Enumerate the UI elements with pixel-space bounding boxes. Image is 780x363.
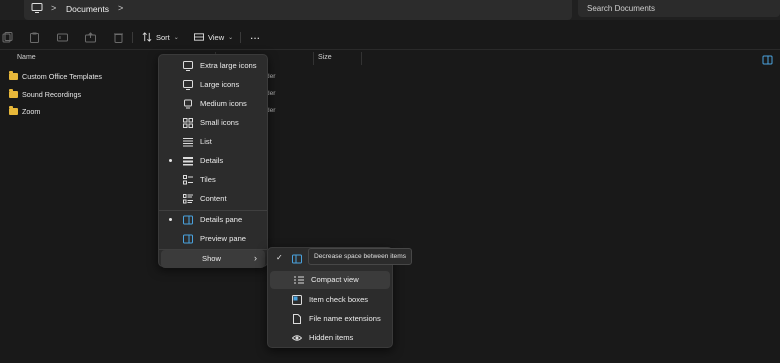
grid-icon [183,118,193,128]
command-bar: Sort ⌄ View ⌄ ... [0,24,780,65]
column-headers: Name Size [0,50,780,66]
breadcrumb-separator-trailing[interactable]: > [118,3,123,13]
chevron-right-icon: › [254,253,257,263]
chevron-down-icon: ⌄ [228,34,234,41]
menu-item-large-icons[interactable]: Large icons [159,76,267,94]
toolbar-divider [132,32,133,43]
view-menu: Extra large icons Large icons Medium ico… [158,54,268,268]
toolbar-divider [240,32,241,43]
checkbox-icon [292,295,302,305]
submenu-item-item-check-boxes[interactable]: Item check boxes [268,291,392,309]
file-row[interactable]: Custom Office Templates [9,70,102,82]
submenu-item-file-name-extensions[interactable]: File name extensions [268,310,392,328]
column-header-size[interactable]: Size [318,54,332,61]
folder-icon [9,70,18,80]
address-bar-area: > Documents > Search Documents [0,0,780,20]
menu-item-extra-large-icons[interactable]: Extra large icons [159,57,267,75]
details-icon [183,156,193,166]
compact-view-icon [294,275,304,285]
share-icon[interactable] [85,32,96,43]
paste-icon[interactable] [29,32,40,43]
preview-pane-icon [183,234,193,244]
tiles-icon [183,175,193,185]
menu-item-label: Content [200,194,227,203]
menu-item-small-icons[interactable]: Small icons [159,114,267,132]
menu-item-label: Small icons [200,118,239,127]
sort-button[interactable]: Sort ⌄ [142,30,179,44]
menu-item-label: Preview pane [200,234,247,243]
file-name: Sound Recordings [22,89,82,99]
tooltip-text: Decrease space between items [314,253,406,260]
menu-item-medium-icons[interactable]: Medium icons [159,95,267,113]
view-icon [194,33,204,41]
file-row[interactable]: Sound Recordings [9,88,81,100]
compact-icon [292,254,302,264]
chevron-down-icon: ⌄ [173,34,179,41]
details-pane-icon [183,215,193,225]
breadcrumb-separator: > [51,3,57,13]
submenu-item-compact-view[interactable]: Compact view [270,271,390,289]
menu-item-tiles[interactable]: Tiles [159,171,267,189]
folder-icon [9,105,18,115]
selected-bullet-icon [169,218,172,221]
menu-item-label: Tiles [200,175,216,184]
monitor-icon[interactable] [31,3,43,13]
menu-item-label: Extra large icons [200,61,257,70]
folder-icon [9,88,18,98]
content-icon [183,194,193,204]
menu-item-list[interactable]: List [159,133,267,151]
column-divider[interactable] [361,52,362,65]
menu-item-label: Details pane [200,215,243,224]
view-label: View [208,32,225,42]
sort-label: Sort [156,32,170,42]
menu-item-details[interactable]: Details [159,152,267,170]
file-name: Zoom [22,106,41,116]
monitor-icon [183,80,193,90]
selected-bullet-icon [169,159,172,162]
submenu-item-label: Item check boxes [309,295,369,304]
column-header-name[interactable]: Name [17,54,36,61]
menu-item-label: Details [200,156,224,165]
menu-item-label: Medium icons [200,99,247,108]
breadcrumb[interactable]: > Documents > [24,0,572,20]
delete-icon[interactable] [113,32,124,43]
menu-item-preview-pane[interactable]: Preview pane [159,230,267,248]
submenu-item-label: Hidden items [309,333,354,342]
menu-item-show[interactable]: Show › [161,250,265,268]
more-options-button[interactable]: ... [250,28,260,42]
column-divider[interactable] [313,52,314,65]
file-icon [292,314,302,324]
menu-item-label: Large icons [200,80,240,89]
file-row[interactable]: Zoom [9,105,40,117]
submenu-item-label: File name extensions [309,314,381,323]
menu-item-label: Show [202,254,221,263]
search-placeholder: Search Documents [587,4,656,13]
menu-item-label: List [200,137,212,146]
list-icon [183,137,193,147]
search-input[interactable]: Search Documents [578,0,780,17]
menu-item-content[interactable]: Content [159,190,267,208]
menu-item-details-pane[interactable]: Details pane [159,211,267,229]
sort-icon [142,32,152,42]
submenu-item-hidden-items[interactable]: Hidden items [268,329,392,347]
copy-icon[interactable] [2,32,13,43]
view-button[interactable]: View ⌄ [194,30,233,44]
monitor-small-icon [183,99,193,109]
breadcrumb-documents[interactable]: Documents [66,4,109,14]
file-name: Custom Office Templates [22,71,103,81]
checkmark-icon: ✓ [276,253,283,262]
monitor-icon [183,61,193,71]
rename-icon[interactable] [57,32,68,43]
eye-icon [292,333,302,343]
tooltip: Decrease space between items [308,248,412,265]
submenu-item-label: Compact view [311,275,359,284]
